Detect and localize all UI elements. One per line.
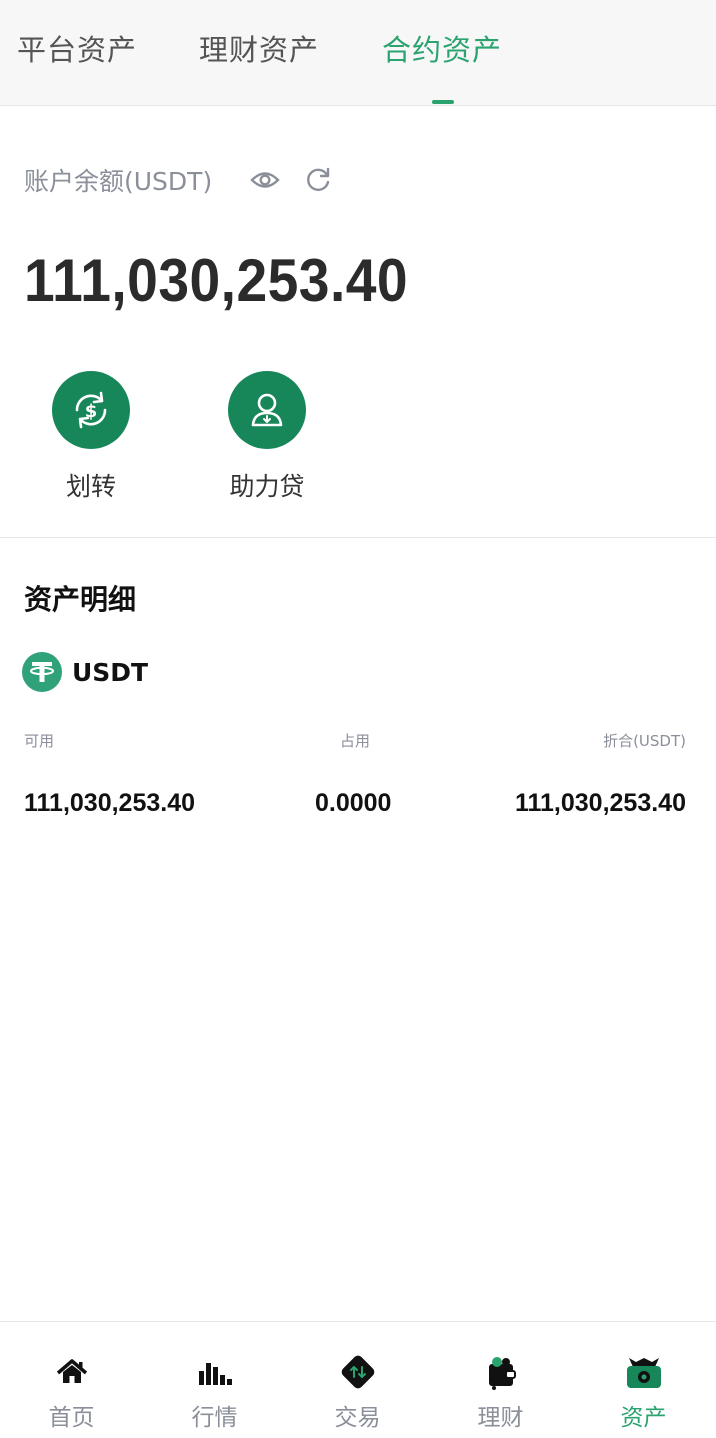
- refresh-icon[interactable]: [304, 166, 332, 194]
- nav-finance[interactable]: 理财: [429, 1322, 572, 1438]
- available-value: 111,030,253.40: [24, 789, 196, 817]
- loan-label: 助力贷: [229, 472, 305, 501]
- svg-text:$: $: [85, 401, 98, 422]
- equivalent-value: 111,030,253.40: [514, 789, 686, 817]
- occupied-value: 0.0000: [315, 789, 392, 817]
- tab-contract-assets[interactable]: 合约资产: [382, 27, 502, 69]
- occupied-header: 占用: [340, 732, 371, 750]
- assets-icon: [624, 1352, 664, 1392]
- asset-details-title: 资产明细: [24, 583, 137, 616]
- trade-icon: [338, 1352, 378, 1392]
- bottom-nav: 首页 行情 交易 理财 资产: [0, 1321, 716, 1438]
- nav-market[interactable]: 行情: [143, 1322, 286, 1438]
- asset-tabs: 平台资产 理财资产 合约资产: [0, 0, 716, 106]
- balance-label: 账户余额(USDT): [24, 167, 213, 196]
- transfer-label: 划转: [65, 472, 116, 501]
- home-icon: [52, 1352, 92, 1392]
- user-loan-icon: [228, 371, 306, 449]
- nav-assets[interactable]: 资产: [572, 1322, 715, 1438]
- nav-finance-label: 理财: [477, 1405, 524, 1431]
- wallet-icon: [481, 1352, 521, 1392]
- nav-trade[interactable]: 交易: [286, 1322, 429, 1438]
- tab-platform-assets[interactable]: 平台资产: [17, 27, 137, 69]
- chart-bars-icon: [195, 1352, 235, 1392]
- transfer-button[interactable]: $ 划转: [21, 371, 161, 503]
- loan-button[interactable]: 助力贷: [197, 371, 337, 503]
- nav-market-label: 行情: [191, 1405, 238, 1431]
- tab-finance-assets[interactable]: 理财资产: [199, 27, 319, 69]
- coin-row[interactable]: USDT: [22, 652, 148, 692]
- eye-icon[interactable]: [250, 166, 280, 194]
- balance-value: 111,030,253.40: [24, 247, 409, 314]
- tether-icon: [22, 652, 62, 692]
- available-header: 可用: [24, 732, 55, 750]
- balance-label-row: 账户余额(USDT): [24, 162, 212, 198]
- nav-home[interactable]: 首页: [0, 1322, 143, 1438]
- nav-home-label: 首页: [48, 1405, 95, 1431]
- coin-name: USDT: [72, 657, 149, 687]
- transfer-dollar-icon: $: [52, 371, 130, 449]
- active-tab-indicator: [432, 100, 454, 104]
- nav-assets-label: 资产: [620, 1405, 667, 1431]
- section-divider: [0, 537, 716, 538]
- equivalent-header: 折合(USDT): [603, 732, 686, 750]
- nav-trade-label: 交易: [334, 1405, 381, 1431]
